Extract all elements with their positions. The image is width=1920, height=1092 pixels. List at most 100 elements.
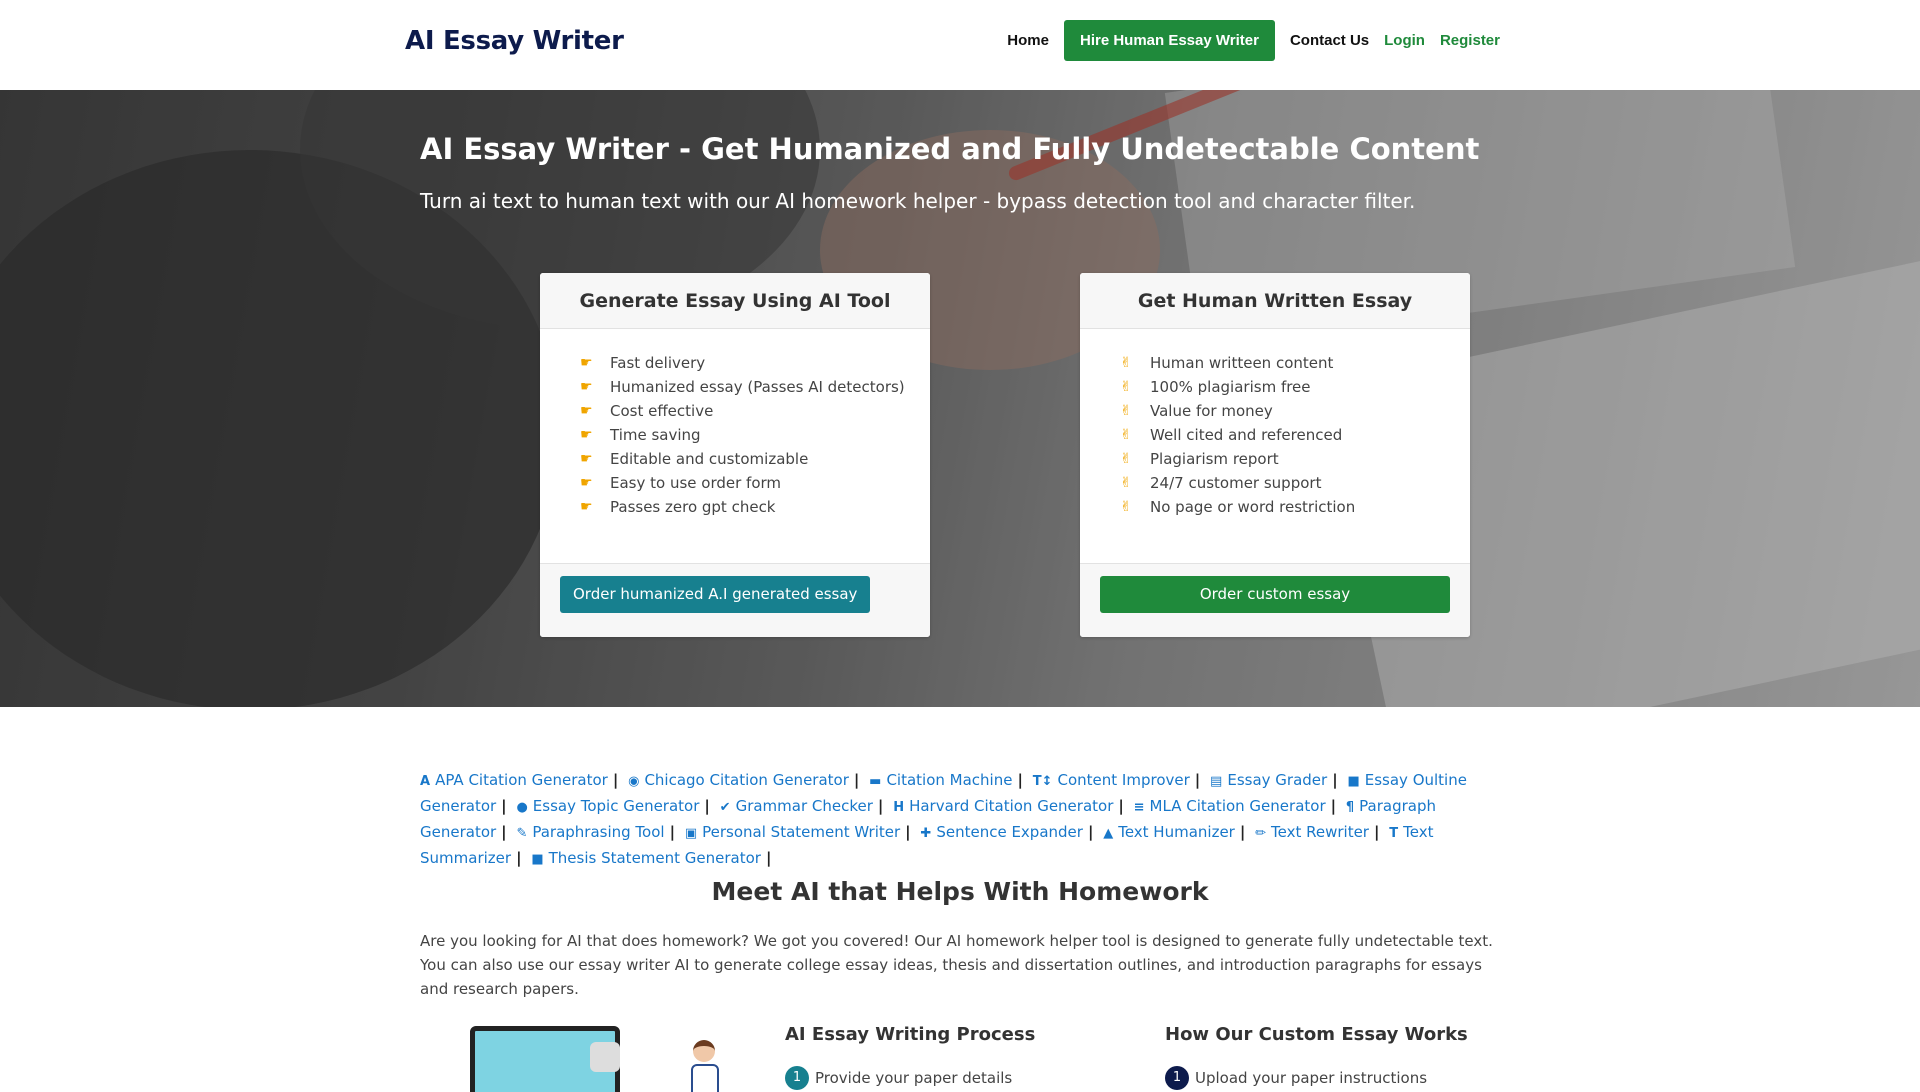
feature-text: Passes zero gpt check (610, 498, 776, 516)
pointing-hand-icon: ☛ (580, 451, 593, 467)
pointing-hand-icon: ☛ (580, 403, 593, 419)
pointing-hand-icon: ☛ (580, 355, 593, 371)
thumbs-up-icon: ✌ (1120, 427, 1132, 443)
thumbs-up-icon: ✌ (1120, 499, 1132, 515)
feature-text: Human writteen content (1150, 354, 1334, 372)
nav-home[interactable]: Home (1007, 32, 1049, 49)
tool-link[interactable]: ✔ Grammar Checker (720, 797, 873, 815)
order-custom-essay-button[interactable]: Order custom essay (1100, 576, 1450, 613)
feature-text: Plagiarism report (1150, 450, 1279, 468)
tool-link[interactable]: ✎ Paraphrasing Tool (516, 823, 664, 841)
link-separator: | (1194, 771, 1201, 789)
feature-item: ☛ Passes zero gpt check (580, 495, 930, 519)
ai-card-footer: Order humanized A.I generated essay (540, 563, 930, 637)
card-icon: ▬ (869, 774, 882, 789)
ai-process-title: AI Essay Writing Process (785, 1024, 1036, 1045)
step-text: Provide your paper details (815, 1069, 1013, 1087)
tool-link-label: Thesis Statement Generator (548, 849, 761, 867)
nav-register[interactable]: Register (1440, 32, 1500, 49)
link-separator: | (1373, 823, 1380, 841)
tool-link[interactable]: ▤ Essay Grader (1210, 771, 1327, 789)
thumbs-up-icon: ✌ (1120, 379, 1132, 395)
tool-link-label: Personal Statement Writer (702, 823, 901, 841)
comments-icon: ● (516, 800, 528, 815)
thumbs-up-icon: ✌ (1120, 403, 1132, 419)
link-separator: | (612, 771, 619, 789)
tool-link[interactable]: H Harvard Citation Generator (893, 797, 1113, 815)
tool-link-label: Chicago Citation Generator (644, 771, 849, 789)
tool-link[interactable]: ✚ Sentence Expander (920, 823, 1083, 841)
main-nav: Home Hire Human Essay Writer Contact Us … (992, 20, 1500, 61)
feature-text: 24/7 customer support (1150, 474, 1322, 492)
list-icon: ≡ (1133, 800, 1145, 815)
tool-link-label: Essay Grader (1227, 771, 1328, 789)
ai-process-step: 1 Provide your paper details (785, 1066, 1012, 1090)
feature-item: ☛ Humanized essay (Passes AI detectors) (580, 375, 930, 399)
step-text: Upload your paper instructions (1195, 1069, 1428, 1087)
tool-link-label: Essay Topic Generator (532, 797, 700, 815)
site-logo[interactable]: AI Essay Writer (405, 26, 624, 56)
human-card-footer: Order custom essay (1080, 563, 1470, 637)
feature-item: ✌ Plagiarism report (1120, 447, 1470, 471)
hero-title: AI Essay Writer - Get Humanized and Full… (420, 132, 1480, 166)
feature-item: ☛ Editable and customizable (580, 447, 930, 471)
tool-link[interactable]: ▣ Personal Statement Writer (685, 823, 900, 841)
feature-text: No page or word restriction (1150, 498, 1356, 516)
link-separator: | (765, 849, 772, 867)
edit-icon: ✎ (516, 826, 528, 841)
tool-link[interactable]: ≡ MLA Citation Generator (1134, 797, 1326, 815)
nav-contact[interactable]: Contact Us (1290, 32, 1369, 49)
feature-text: Cost effective (610, 402, 714, 420)
tool-link[interactable]: T↕ Content Improver (1033, 771, 1190, 789)
tool-link-label: MLA Citation Generator (1149, 797, 1326, 815)
ai-tool-card: Generate Essay Using AI Tool ☛ Fast deliv… (540, 273, 930, 637)
tool-link[interactable]: ✏ Text Rewriter (1255, 823, 1369, 841)
link-separator: | (516, 849, 522, 867)
tool-link[interactable]: A APA Citation Generator (420, 771, 608, 789)
robot-illustration (590, 1042, 620, 1072)
pointing-hand-icon: ☛ (580, 475, 593, 491)
feature-text: Well cited and referenced (1150, 426, 1343, 444)
link-separator: | (1017, 771, 1023, 789)
feature-text: Value for money (1150, 402, 1273, 420)
feature-text: 100% plagiarism free (1150, 378, 1311, 396)
tool-link[interactable]: ● Essay Topic Generator (516, 797, 699, 815)
hero-section: AI Essay Writer - Get Humanized and Full… (0, 90, 1920, 707)
link-separator: | (853, 771, 860, 789)
link-separator: | (1239, 823, 1246, 841)
human-card-title: Get Human Written Essay (1080, 273, 1470, 329)
link-separator: | (1330, 797, 1337, 815)
human-essay-card: Get Human Written Essay ✌ Human writteen … (1080, 273, 1470, 637)
homework-illustration (460, 1022, 750, 1092)
tool-link[interactable]: ▬ Citation Machine (869, 771, 1012, 789)
link-separator: | (669, 823, 676, 841)
link-separator: | (501, 797, 507, 815)
custom-process-title: How Our Custom Essay Works (1165, 1024, 1468, 1045)
ai-feature-list: ☛ Fast delivery ☛ Humanized essay (Passes A… (540, 329, 930, 563)
tool-link-label: Citation Machine (886, 771, 1013, 789)
text-icon: T (1389, 826, 1399, 841)
tool-link[interactable]: ▲ Text Humanizer (1103, 823, 1235, 841)
nav-login[interactable]: Login (1384, 32, 1425, 49)
pencil-icon: ✏ (1255, 826, 1267, 841)
arrows-icon: ✚ (920, 826, 932, 841)
feature-text: Time saving (610, 426, 701, 444)
check-circle-icon: ✔ (719, 800, 731, 815)
feature-item: ✌ Value for money (1120, 399, 1470, 423)
pointing-hand-icon: ☛ (580, 427, 593, 443)
feature-text: Fast delivery (610, 354, 706, 372)
tool-link-label: Content Improver (1057, 771, 1190, 789)
feature-item: ☛ Easy to use order form (580, 471, 930, 495)
tool-link[interactable]: ◉ Chicago Citation Generator (628, 771, 849, 789)
circle-dot-icon: ◉ (628, 774, 640, 789)
pointing-hand-icon: ☛ (580, 499, 593, 515)
feature-item: ✌ Well cited and referenced (1120, 423, 1470, 447)
order-ai-essay-button[interactable]: Order humanized A.I generated essay (560, 576, 871, 613)
thumbs-up-icon: ✌ (1120, 451, 1132, 467)
tool-link-label: Sentence Expander (936, 823, 1083, 841)
hire-writer-button[interactable]: Hire Human Essay Writer (1063, 20, 1275, 61)
site-header: AI Essay Writer Home Hire Human Essay Wr… (0, 0, 1920, 90)
feature-item: ✌ Human writteen content (1120, 351, 1470, 375)
feature-text: Humanized essay (Passes AI detectors) (610, 378, 905, 396)
tool-link[interactable]: ■ Thesis Statement Generator (531, 849, 761, 867)
